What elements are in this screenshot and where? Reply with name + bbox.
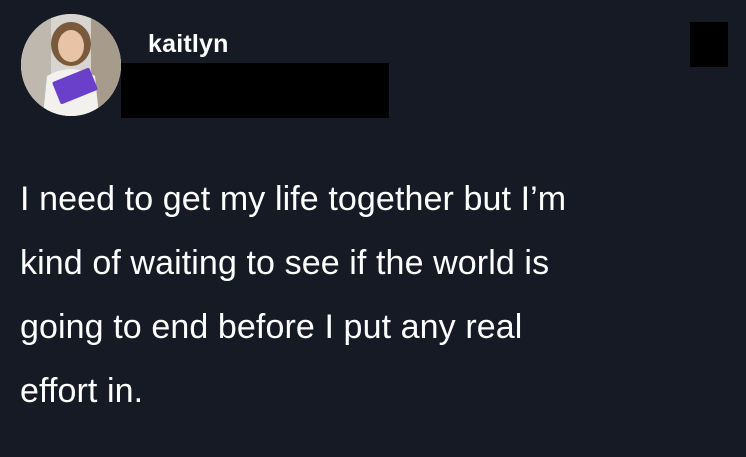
tweet-text: I need to get my life together but I’m k… bbox=[20, 167, 720, 423]
display-name[interactable]: kaitlyn bbox=[148, 30, 229, 59]
redacted-handle-block bbox=[121, 63, 389, 118]
tweet-text-line: effort in. bbox=[20, 372, 144, 410]
tweet-card: kaitlyn I need to get my life together b… bbox=[0, 0, 746, 457]
tweet-text-line: I need to get my life together but I’m bbox=[20, 180, 567, 218]
tweet-text-line: kind of waiting to see if the world is bbox=[20, 244, 550, 282]
avatar[interactable] bbox=[21, 14, 121, 116]
profile-photo-icon bbox=[21, 14, 121, 116]
redacted-corner-block bbox=[690, 22, 728, 67]
tweet-text-line: going to end before I put any real bbox=[20, 308, 523, 346]
